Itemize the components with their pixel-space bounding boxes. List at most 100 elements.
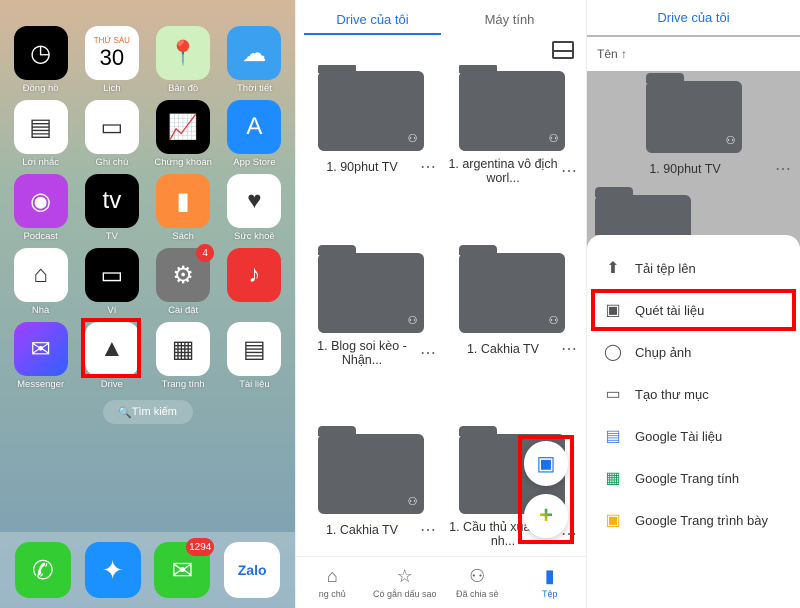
folder-preview[interactable]: ⚇ 1. 90phut TV⋯ xyxy=(587,71,800,189)
drive-sheet-panel: Drive của tôi Tên ↑ ⚇ 1. 90phut TV⋯ ⬆ Tải… xyxy=(587,0,800,608)
app-icon: 📍 xyxy=(156,26,210,80)
app-icon: ♪ xyxy=(227,248,281,302)
view-toggle-bar xyxy=(296,35,586,65)
app-Cài đặt[interactable]: ⚙4 Cài đặt xyxy=(149,248,218,316)
more-icon[interactable]: ⋯ xyxy=(420,520,437,540)
app-Chứng khoán[interactable]: 📈Chứng khoán xyxy=(149,100,218,168)
dock-app[interactable]: ✦ xyxy=(85,542,141,598)
app-Lời nhắc[interactable]: ▤Lời nhắc xyxy=(6,100,75,168)
app-icon: ▮ xyxy=(156,174,210,228)
app-label: TV xyxy=(106,231,118,242)
app-label: Sức khoẻ xyxy=(234,231,275,242)
folder-icon: ⚇ xyxy=(318,434,424,514)
bottom-tab-Đã chia sẻ[interactable]: ⚇Đã chia sẻ xyxy=(441,557,514,608)
tab-icon: ☆ xyxy=(397,566,413,587)
app-icon: A xyxy=(227,100,281,154)
sheet-label: Tạo thư mục xyxy=(635,387,709,402)
app-label: Sách xyxy=(172,231,194,242)
app-icon: ▤ xyxy=(227,322,281,376)
app-label: Bản đồ xyxy=(168,83,198,94)
app-icon: ▦ xyxy=(156,322,210,376)
folder-icon: ⚇ xyxy=(318,71,424,151)
sheet-icon: ▤ xyxy=(603,426,623,446)
app-Ví[interactable]: ▭Ví xyxy=(77,248,146,316)
more-icon[interactable]: ⋯ xyxy=(420,157,437,177)
sheet-row-Google Tài liệu[interactable]: ▤Google Tài liệu xyxy=(587,415,800,457)
app-label: Lịch xyxy=(103,83,120,94)
app-Podcast[interactable]: ◉Podcast xyxy=(6,174,75,242)
folder-name: 1. 90phut TV xyxy=(304,160,420,174)
my-drive-label: Drive của tôi xyxy=(597,10,790,25)
folder-icon: ⚇ xyxy=(459,253,565,333)
app-label: Drive xyxy=(101,379,123,390)
app-icon: ⚙4 xyxy=(156,248,210,302)
sort-row[interactable]: Tên ↑ xyxy=(587,37,800,71)
app-Bản đồ[interactable]: 📍 Bản đồ xyxy=(149,26,218,94)
drive-folder[interactable]: ⚇ 1. Cakhia TV⋯ xyxy=(445,253,578,421)
bottom-tab-ng chủ[interactable]: ⌂ng chủ xyxy=(296,557,369,608)
app-grid: ◷Đồng hồTHỨ SÁU30 Lịch 📍 Bản đồ ☁Thời tiết ▤L… xyxy=(0,22,295,394)
app-label: Cài đặt xyxy=(168,305,198,316)
app-Trang tính[interactable]: ▦Trang tính xyxy=(149,322,218,390)
sheet-icon: ⬆ xyxy=(603,258,623,278)
app-Sức khoẻ[interactable]: ♥ Sức khoẻ xyxy=(220,174,289,242)
app-Đồng hồ[interactable]: ◷Đồng hồ xyxy=(6,26,75,94)
sheet-row-Tải tệp lên[interactable]: ⬆ Tải tệp lên xyxy=(587,247,800,289)
drive-folder[interactable]: ⚇ 1. argentina vô địch worl...⋯ xyxy=(445,71,578,239)
drive-folder[interactable]: ⚇ 1. 90phut TV⋯ xyxy=(304,71,437,239)
bottom-tabs: ⌂ng chủ ☆ Có gắn dấu sao ⚇Đã chia sẻ▮Tệp xyxy=(296,556,586,608)
sheet-row-Google Trang trình bày[interactable]: ▣Google Trang trình bày xyxy=(587,499,800,541)
app-Drive[interactable]: ▲Drive xyxy=(77,322,146,390)
sheet-label: Tải tệp lên xyxy=(635,261,696,276)
more-icon[interactable]: ⋯ xyxy=(561,339,578,359)
app-App Store[interactable]: A App Store xyxy=(220,100,289,168)
folder-name: 1. Cakhia TV xyxy=(304,523,420,537)
dock-app[interactable]: ✉1294 xyxy=(154,542,210,598)
app-label: App Store xyxy=(233,157,275,168)
app-Thời tiết[interactable]: ☁Thời tiết xyxy=(220,26,289,94)
sheet-row-Google Trang tính[interactable]: ▦Google Trang tính xyxy=(587,457,800,499)
app-icon: ◷ xyxy=(14,26,68,80)
dock-app[interactable]: ✆ xyxy=(15,542,71,598)
search-pill[interactable]: 🔍 Tìm kiếm xyxy=(103,400,193,424)
sheet-row-Chụp ảnh[interactable]: ◯ Chụp ảnh xyxy=(587,331,800,373)
fab-plus[interactable]: + xyxy=(524,494,568,538)
fab-scan-pill[interactable]: ▣ xyxy=(524,441,568,486)
tab-my-drive[interactable]: Drive của tôi xyxy=(304,6,441,35)
tab-label: Đã chia sẻ xyxy=(456,589,499,599)
app-icon: ✉ xyxy=(14,322,68,376)
tab-label: Có gắn dấu sao xyxy=(373,589,437,599)
app-item[interactable]: ♪ xyxy=(220,248,289,316)
sheet-row-Tạo thư mục[interactable]: ▭Tạo thư mục xyxy=(587,373,800,415)
sheet-label: Chụp ảnh xyxy=(635,345,691,360)
tab-computers[interactable]: Máy tính xyxy=(441,6,578,35)
sheet-row-Quét tài liệu[interactable]: ▣Quét tài liệu xyxy=(587,289,800,331)
app-icon: ♥ xyxy=(227,174,281,228)
app-Tài liệu[interactable]: ▤Tài liệu xyxy=(220,322,289,390)
bottom-tab-Tệp[interactable]: ▮Tệp xyxy=(514,557,587,608)
app-icon: ▤ xyxy=(14,100,68,154)
calendar-icon: THỨ SÁU30 xyxy=(85,26,139,80)
app-TV[interactable]: tvTV xyxy=(77,174,146,242)
dock-app[interactable]: Zalo xyxy=(224,542,280,598)
app-Messenger[interactable]: ✉Messenger xyxy=(6,322,75,390)
app-label: Chứng khoán xyxy=(154,157,212,168)
folder-preview-2 xyxy=(587,189,800,235)
tab-icon: ⌂ xyxy=(327,566,338,587)
app-Nhà[interactable]: ⌂Nhà xyxy=(6,248,75,316)
sheet-icon: ◯ xyxy=(603,342,623,362)
more-icon[interactable]: ⋯ xyxy=(420,343,437,363)
more-icon[interactable]: ⋯ xyxy=(775,159,792,179)
app-icon: ☁ xyxy=(227,26,281,80)
app-Ghi chú[interactable]: ▭Ghi chú xyxy=(77,100,146,168)
app-Lịch[interactable]: THỨ SÁU30 Lịch xyxy=(77,26,146,94)
dock: ✆✦✉1294Zalo xyxy=(0,532,295,608)
drive-folder[interactable]: ⚇ 1. Blog soi kèo - Nhận...⋯ xyxy=(304,253,437,421)
app-Sách[interactable]: ▮ Sách xyxy=(149,174,218,242)
list-view-icon[interactable] xyxy=(552,41,574,59)
more-icon[interactable]: ⋯ xyxy=(561,161,578,181)
bottom-tab-Có gắn dấu sao[interactable]: ☆ Có gắn dấu sao xyxy=(369,557,442,608)
folder-name: 1. 90phut TV xyxy=(595,162,775,176)
folder-icon: ⚇ xyxy=(646,81,742,153)
drive-tabs: Drive của tôi Máy tính xyxy=(296,0,586,35)
